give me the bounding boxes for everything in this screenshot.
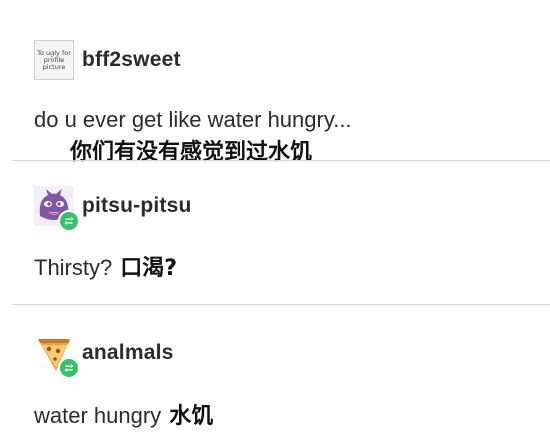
username[interactable]: analmals: [82, 341, 174, 365]
avatar-placeholder-text: To ugly for profile picture: [34, 40, 74, 80]
post-text-row: water hungry 水饥: [34, 398, 213, 430]
post-text: water hungry: [34, 403, 162, 428]
post-text-row: Thirsty? 口渴?: [34, 250, 177, 282]
post-header: analmals: [34, 333, 174, 379]
post-translation: 口渴?: [120, 256, 178, 281]
post-translation: 水饥: [169, 404, 214, 429]
reblog-icon: [58, 210, 80, 232]
username[interactable]: bff2sweet: [82, 48, 181, 72]
post-text: Thirsty?: [34, 255, 113, 280]
post-header: To ugly for profile picture bff2sweet: [34, 40, 181, 80]
post-text: do u ever get like water hungry...: [34, 107, 352, 132]
avatar[interactable]: [34, 186, 80, 232]
avatar[interactable]: To ugly for profile picture: [34, 40, 74, 80]
post-analmals: analmals water hungry 水饥: [0, 305, 550, 445]
post-pitsu-pitsu: pitsu-pitsu Thirsty? 口渴?: [0, 161, 550, 304]
username[interactable]: pitsu-pitsu: [82, 194, 192, 218]
avatar[interactable]: [34, 333, 80, 379]
reblog-icon: [58, 357, 80, 379]
post-bff2sweet: To ugly for profile picture bff2sweet do…: [0, 0, 550, 165]
post-header: pitsu-pitsu: [34, 186, 192, 232]
